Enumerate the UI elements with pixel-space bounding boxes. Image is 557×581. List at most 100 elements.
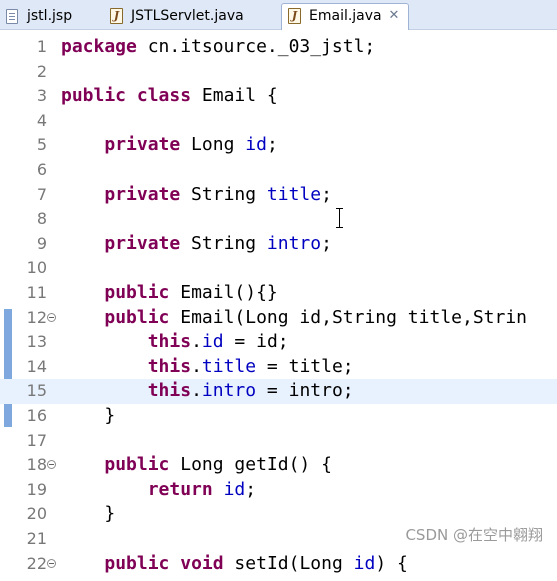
- keyword-token: this: [147, 355, 192, 377]
- tab-email-java[interactable]: J Email.java ✕: [281, 3, 409, 31]
- line-number: 14: [26, 356, 47, 376]
- code-token: .: [191, 380, 202, 402]
- keyword-token: package: [61, 36, 137, 57]
- fold-collapse-icon[interactable]: [47, 460, 56, 470]
- close-tab-icon[interactable]: ✕: [386, 4, 402, 28]
- code-line[interactable]: 2: [0, 60, 557, 85]
- field-token: id: [201, 331, 224, 353]
- editor-tab-bar: jstl.jsp J JSTLServlet.java J Email.java…: [0, 0, 557, 31]
- code-line[interactable]: 11 public Email(){}: [0, 281, 557, 306]
- code-line[interactable]: 3 public class Email {: [0, 84, 557, 109]
- line-number: 8: [36, 209, 47, 229]
- field-token: id: [245, 134, 267, 156]
- code-text: public Email(){}: [61, 281, 278, 305]
- code-token: = id;: [223, 331, 289, 353]
- keyword-token: return: [147, 478, 213, 500]
- code-token: Long getId() {: [169, 454, 332, 476]
- field-token: id: [223, 478, 246, 500]
- code-text: public Email(Long id,String title,Strin: [61, 306, 527, 330]
- code-line[interactable]: 12 public Email(Long id,String title,Str…: [0, 306, 557, 331]
- code-token: ;: [321, 232, 332, 254]
- java-file-icon: J: [110, 8, 123, 24]
- code-token: Long: [180, 134, 246, 156]
- line-number: 17: [26, 430, 47, 450]
- code-token: cn.itsource._03_jstl;: [136, 36, 376, 57]
- keyword-token: void: [180, 552, 224, 574]
- code-line[interactable]: 13 this.id = id;: [0, 330, 557, 355]
- fold-collapse-icon[interactable]: [47, 558, 56, 568]
- code-line[interactable]: 16 }: [0, 404, 557, 429]
- code-token: ;: [321, 183, 332, 205]
- line-number: 21: [26, 529, 47, 548]
- keyword-token: public: [104, 552, 170, 574]
- code-text: public void setId(Long id) {: [61, 552, 408, 576]
- code-token: ) {: [375, 552, 408, 574]
- code-token: ;: [266, 134, 278, 156]
- code-line[interactable]: 10: [0, 256, 557, 281]
- code-line[interactable]: 22 public void setId(Long id) {: [0, 552, 557, 577]
- code-token: = title;: [256, 355, 354, 377]
- code-token: ;: [245, 478, 257, 500]
- line-number: 9: [36, 233, 47, 253]
- line-number: 16: [26, 406, 47, 425]
- code-line[interactable]: 7 private String title;: [0, 183, 557, 208]
- line-number: 7: [36, 184, 47, 204]
- tab-jstlservlet-java[interactable]: J JSTLServlet.java: [104, 4, 280, 30]
- fold-collapse-icon[interactable]: [47, 312, 56, 322]
- line-number: 20: [26, 504, 47, 524]
- code-text: public class Email {: [61, 84, 278, 108]
- code-text: }: [61, 502, 115, 526]
- code-token: Email(Long id,String title,Strin: [169, 306, 528, 328]
- code-line[interactable]: 15 this.intro = intro;: [0, 379, 557, 404]
- code-token: }: [61, 405, 116, 426]
- code-token: = intro;: [256, 380, 354, 402]
- line-number: 6: [36, 160, 47, 179]
- field-token: intro: [266, 232, 322, 254]
- tab-jstl-jsp[interactable]: jstl.jsp: [0, 4, 100, 30]
- java-file-icon: J: [288, 8, 301, 24]
- line-number: 19: [26, 479, 47, 499]
- keyword-token: public: [104, 306, 170, 328]
- code-line[interactable]: 9 private String intro;: [0, 232, 557, 257]
- line-number: 1: [36, 37, 47, 56]
- code-token: setId(Long: [223, 552, 354, 574]
- keyword-token: public: [104, 282, 170, 303]
- keyword-token: this: [147, 331, 192, 353]
- code-line[interactable]: 19 return id;: [0, 478, 557, 503]
- line-number: 2: [36, 61, 47, 81]
- code-text: this.id = id;: [61, 330, 289, 354]
- line-number: 5: [36, 135, 47, 155]
- tab-label: Email.java: [309, 8, 382, 24]
- code-token: String: [180, 232, 267, 254]
- line-number: 15: [26, 381, 47, 401]
- code-line[interactable]: 4: [0, 109, 557, 134]
- code-line[interactable]: 17: [0, 429, 557, 454]
- code-token: .: [191, 355, 202, 377]
- code-text: return id;: [61, 478, 256, 502]
- line-number: 22: [26, 553, 47, 573]
- code-line[interactable]: 1 package cn.itsource._03_jstl;: [0, 35, 557, 60]
- code-text: this.intro = intro;: [61, 379, 354, 403]
- keyword-token: private: [104, 183, 181, 205]
- code-line[interactable]: 8: [0, 207, 557, 232]
- code-editor[interactable]: 1 package cn.itsource._03_jstl; 2 3 public c…: [0, 30, 557, 581]
- code-line[interactable]: 5 private Long id;: [0, 133, 557, 158]
- code-line[interactable]: 6: [0, 158, 557, 183]
- code-line[interactable]: 18 public Long getId() {: [0, 453, 557, 478]
- keyword-token: public: [61, 85, 127, 107]
- keyword-token: class: [136, 85, 192, 107]
- tab-label: JSTLServlet.java: [131, 8, 244, 24]
- code-line[interactable]: 14 this.title = title;: [0, 355, 557, 380]
- code-token: Email(){}: [169, 282, 278, 303]
- keyword-token: public: [104, 454, 170, 476]
